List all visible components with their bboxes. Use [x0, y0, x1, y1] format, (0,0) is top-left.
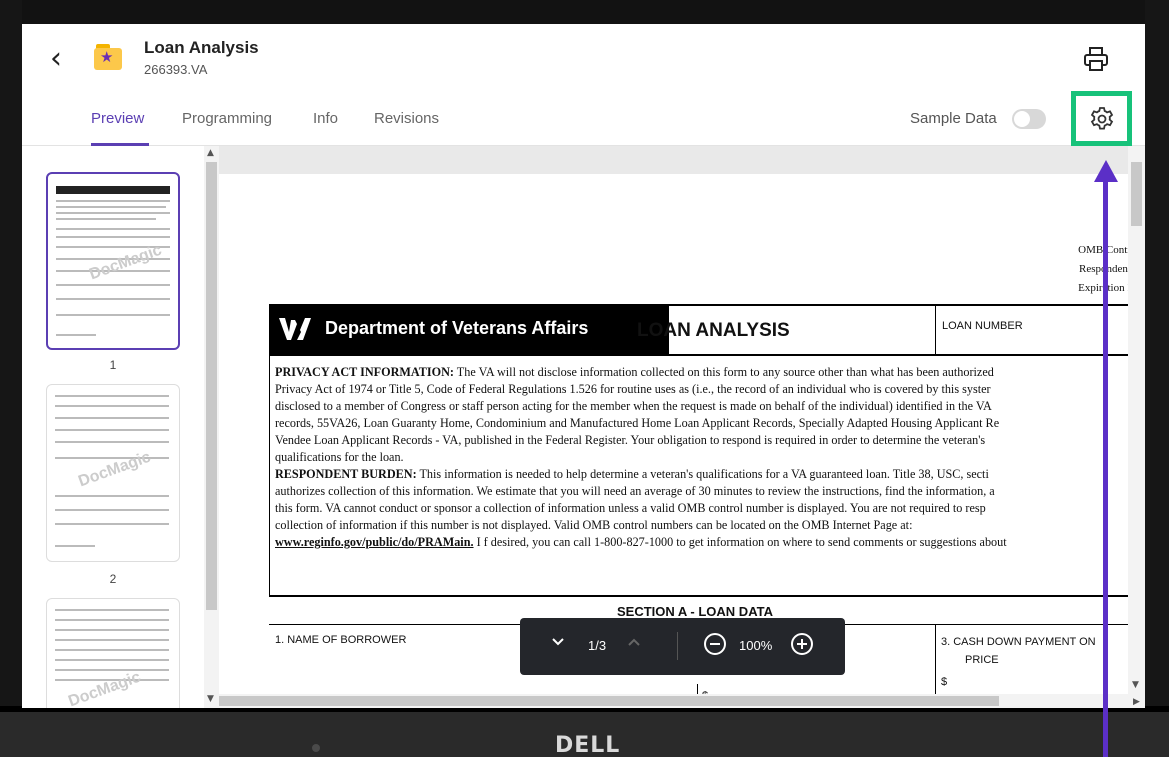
- scroll-right-arrow-icon[interactable]: ▶: [1133, 697, 1140, 707]
- burden-line: www.reginfo.gov/public/do/PRAMain. I f d…: [275, 535, 1007, 549]
- form-title: LOAN ANALYSIS: [637, 320, 790, 341]
- tab-bar: Preview Programming Info Revisions Sampl…: [22, 96, 1145, 146]
- tab-programming[interactable]: Programming: [182, 110, 272, 127]
- privacy-line: Privacy Act of 1974 or Title 5, Code of …: [275, 382, 991, 396]
- privacy-line: disclosed to a member of Congress or sta…: [275, 399, 992, 413]
- chevron-left-icon: ‹: [50, 41, 62, 76]
- scroll-up-arrow-icon[interactable]: ▲: [207, 148, 214, 158]
- zoom-out-button[interactable]: [703, 632, 727, 659]
- back-button[interactable]: ‹: [50, 44, 62, 74]
- field-3-currency: $: [941, 676, 948, 688]
- privacy-line: PRIVACY ACT INFORMATION: The VA will not…: [275, 365, 994, 379]
- privacy-line: records, 55VA26, Loan Guaranty Home, Con…: [275, 416, 1000, 430]
- loan-number-label: LOAN NUMBER: [942, 320, 1023, 332]
- reginfo-link[interactable]: www.reginfo.gov/public/do/PRAMain.: [275, 535, 474, 549]
- va-logo-icon: [277, 314, 313, 344]
- page-title: Loan Analysis: [144, 38, 259, 57]
- sidebar-scrollbar-thumb[interactable]: [206, 162, 217, 610]
- thumbnail-watermark: DocMagic: [87, 241, 165, 284]
- minus-circle-icon: [704, 633, 726, 655]
- loan-number-box: LOAN NUMBER: [935, 304, 1131, 354]
- section-divider: [269, 595, 1131, 597]
- section-a-title: SECTION A - LOAN DATA: [617, 604, 773, 619]
- viewer-vertical-scrollbar-thumb[interactable]: [1131, 162, 1142, 226]
- annotation-arrow-line: [1103, 170, 1108, 757]
- viewer-horizontal-scrollbar-thumb[interactable]: [219, 696, 999, 706]
- sample-data-label: Sample Data: [910, 110, 997, 127]
- next-page-button[interactable]: [626, 634, 642, 653]
- app-screen: ‹ ★ Loan Analysis 266393.VA Preview Prog…: [22, 24, 1145, 708]
- plus-circle-icon: [791, 633, 813, 655]
- zoom-in-button[interactable]: [790, 632, 814, 659]
- privacy-line: Vendee Loan Applicant Records - VA, publ…: [275, 433, 986, 447]
- burden-line: collection of information if this number…: [275, 518, 913, 532]
- privacy-line: qualifications for the loan.: [275, 450, 404, 464]
- sample-data-toggle[interactable]: [1012, 109, 1046, 129]
- zoom-level: 100%: [739, 638, 773, 653]
- tab-info[interactable]: Info: [313, 110, 338, 127]
- gear-icon: [1090, 107, 1114, 130]
- field-cash-down-payment-price: PRICE: [965, 654, 999, 666]
- page-thumbnail-sidebar: DocMagic 1 DocMagic 2 DocMagic ▲ ▼: [22, 146, 219, 708]
- laptop-brand-logo: DELL: [555, 733, 621, 757]
- page-thumbnail-1[interactable]: DocMagic: [46, 172, 180, 350]
- tab-preview[interactable]: Preview: [91, 110, 144, 127]
- laptop-webcam-dot: [312, 744, 320, 752]
- laptop-bezel-left: [0, 0, 22, 710]
- page-thumbnail-2[interactable]: DocMagic: [46, 384, 180, 562]
- laptop-bezel-right: [1145, 0, 1169, 710]
- page-thumbnail-3[interactable]: DocMagic: [46, 598, 180, 708]
- star-folder-icon: ★: [94, 44, 122, 70]
- tab-revisions[interactable]: Revisions: [374, 110, 439, 127]
- burden-line: authorizes collection of this informatio…: [275, 484, 995, 498]
- field-cash-down-payment: 3. CASH DOWN PAYMENT ON: [941, 636, 1096, 648]
- thumbnail-watermark: DocMagic: [66, 668, 144, 708]
- privacy-heading: PRIVACY ACT INFORMATION:: [275, 365, 454, 379]
- burden-line: this form. VA cannot conduct or sponsor …: [275, 501, 986, 515]
- thumbnail-page-number: 2: [109, 572, 117, 586]
- settings-button[interactable]: [1071, 91, 1132, 146]
- page-navigation-bar: 1/3 100%: [520, 618, 845, 675]
- previous-page-button[interactable]: [550, 634, 566, 653]
- toggle-knob: [1014, 111, 1030, 127]
- app-header: ‹ ★ Loan Analysis 266393.VA: [22, 24, 1145, 96]
- document-id: 266393.VA: [144, 62, 208, 77]
- laptop-bezel-top: [0, 0, 1169, 24]
- burden-line: RESPONDENT BURDEN: This information is n…: [275, 467, 989, 481]
- chevron-down-icon: [552, 638, 564, 646]
- scroll-down-arrow-icon[interactable]: ▼: [1132, 680, 1139, 690]
- printer-icon: [1084, 47, 1108, 71]
- pager-divider: [677, 632, 678, 660]
- scroll-down-arrow-icon[interactable]: ▼: [207, 694, 214, 704]
- burden-heading: RESPONDENT BURDEN:: [275, 467, 417, 481]
- thumbnail-page-number: 1: [109, 358, 117, 372]
- page-indicator: 1/3: [588, 638, 607, 653]
- viewer-vertical-scrollbar[interactable]: [1128, 146, 1145, 694]
- thumbnail-watermark: DocMagic: [76, 448, 154, 491]
- field-name-of-borrower: 1. NAME OF BORROWER: [275, 634, 407, 646]
- va-header-bar: Department of Veterans Affairs: [269, 304, 669, 354]
- chevron-up-icon: [628, 638, 640, 646]
- print-button[interactable]: [1082, 46, 1110, 72]
- va-department-name: Department of Veterans Affairs: [325, 318, 589, 338]
